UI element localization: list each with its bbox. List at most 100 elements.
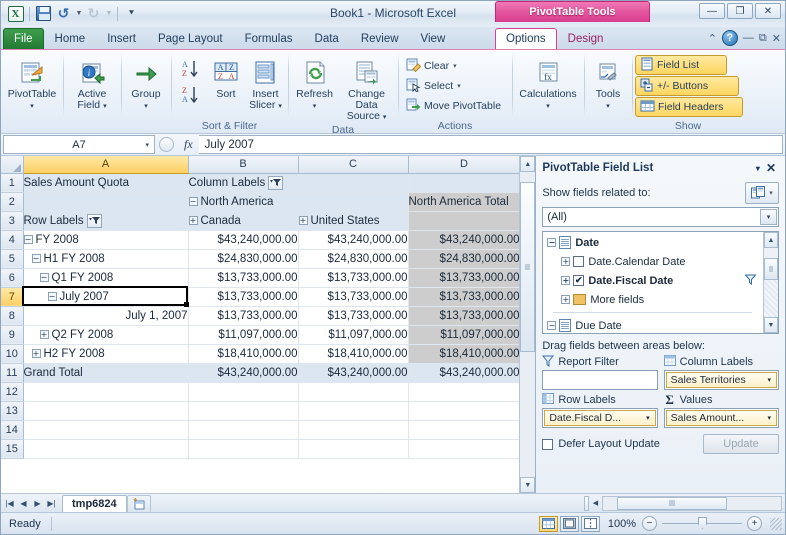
name-box[interactable]: A7 ▾ xyxy=(3,135,155,154)
pivottable-button[interactable]: PivotTable ▾ xyxy=(4,53,60,113)
cell-D7[interactable]: $13,733,000.00 xyxy=(408,287,521,307)
cell-A2[interactable] xyxy=(23,192,189,212)
scroll-down-button[interactable]: ▼ xyxy=(520,477,536,493)
cell-D15[interactable] xyxy=(408,439,521,459)
horizontal-scrollbar[interactable] xyxy=(602,495,782,511)
zoom-thumb[interactable] xyxy=(698,517,707,529)
cell-A6[interactable]: − Q1 FY 2008 xyxy=(23,268,189,288)
field-tree-item[interactable]: + ✔ Date.Fiscal Date xyxy=(543,271,760,290)
group-caret-icon[interactable]: ▾ xyxy=(144,103,148,110)
cell-A5[interactable]: − H1 FY 2008 xyxy=(23,249,189,269)
cell-B12[interactable] xyxy=(188,382,299,402)
field-tree-scroll-thumb[interactable] xyxy=(764,258,778,280)
clear-caret-icon[interactable]: ▾ xyxy=(453,62,457,70)
normal-view-button[interactable] xyxy=(539,515,558,532)
restore-button[interactable]: ❐ xyxy=(727,3,753,19)
collapse-ribbon-icon[interactable]: ⌃ xyxy=(708,32,717,45)
field-checkbox[interactable] xyxy=(573,256,585,267)
sort-descending-button[interactable]: Z A xyxy=(174,82,206,108)
report-filter-dropzone[interactable] xyxy=(542,370,658,390)
sort-button[interactable]: A Z Z A Sort xyxy=(208,53,244,101)
collapse-icon[interactable]: − xyxy=(39,272,49,282)
scope-combo[interactable]: (All) ▾ xyxy=(542,207,779,227)
row-header-5[interactable]: 5 xyxy=(1,249,24,269)
collapse-icon[interactable]: − xyxy=(23,234,33,244)
insert-function-round-icon[interactable] xyxy=(159,137,174,152)
sheet-nav-last[interactable]: ▶| xyxy=(45,499,58,508)
field-tree-scroll-down[interactable]: ▼ xyxy=(764,317,778,333)
cell-B2[interactable]: − North America xyxy=(188,192,299,212)
refresh-caret-icon[interactable]: ▾ xyxy=(313,103,317,110)
field-headers-toggle[interactable]: Field Headers xyxy=(635,97,743,117)
cell-B5[interactable]: $24,830,000.00 xyxy=(188,249,299,269)
zoom-level-label[interactable]: 100% xyxy=(606,518,642,530)
vertical-scrollbar[interactable]: ▲ ▼ xyxy=(519,156,536,493)
zoom-in-button[interactable]: + xyxy=(747,516,762,531)
cell-D14[interactable] xyxy=(408,420,521,440)
cell-C8[interactable]: $13,733,000.00 xyxy=(298,306,409,326)
cell-C7[interactable]: $13,733,000.00 xyxy=(298,287,409,307)
cell-C14[interactable] xyxy=(298,420,409,440)
tab-file[interactable]: File xyxy=(3,28,44,49)
change-data-source-button[interactable]: Change Data Source ▾ xyxy=(338,53,395,124)
page-layout-view-button[interactable] xyxy=(560,515,579,532)
expand-icon[interactable]: + xyxy=(561,257,571,266)
collapse-icon[interactable]: − xyxy=(47,291,57,301)
expand-icon[interactable]: + xyxy=(31,348,41,358)
cell-B3[interactable]: + Canada xyxy=(188,211,299,231)
row-header-9[interactable]: 9 xyxy=(1,325,24,345)
help-icon[interactable]: ? xyxy=(721,30,738,46)
zoom-track[interactable] xyxy=(662,517,742,529)
cell-C10[interactable]: $18,410,000.00 xyxy=(298,344,409,364)
move-pivottable-button[interactable]: Move PivotTable xyxy=(401,96,509,116)
column-labels-field-pill[interactable]: Sales Territories ▾ xyxy=(665,372,777,388)
expand-icon[interactable]: + xyxy=(39,329,49,339)
tab-design[interactable]: Design xyxy=(557,28,615,49)
plus-minus-buttons-toggle[interactable]: +/- Buttons xyxy=(635,76,739,96)
expand-icon[interactable]: + xyxy=(188,215,198,225)
collapse-icon[interactable]: − xyxy=(547,321,557,330)
tools-caret-icon[interactable]: ▾ xyxy=(606,103,610,110)
tab-page-layout[interactable]: Page Layout xyxy=(147,28,234,49)
row-header-7[interactable]: 7 xyxy=(1,287,24,307)
close-button[interactable]: ✕ xyxy=(755,3,781,19)
tab-home[interactable]: Home xyxy=(44,28,97,49)
cell-D13[interactable] xyxy=(408,401,521,421)
cell-B15[interactable] xyxy=(188,439,299,459)
field-tree-item[interactable]: − Date xyxy=(543,233,760,252)
workbook-close-icon[interactable]: ✕ xyxy=(772,32,781,45)
active-field-button[interactable]: i Active Field ▾ xyxy=(66,53,118,113)
cell-B13[interactable] xyxy=(188,401,299,421)
tab-review[interactable]: Review xyxy=(350,28,410,49)
field-tree-item[interactable]: + Date.Calendar Date xyxy=(543,252,760,271)
cell-B9[interactable]: $11,097,000.00 xyxy=(188,325,299,345)
active-field-caret-icon[interactable]: ▾ xyxy=(103,103,107,110)
row-header-4[interactable]: 4 xyxy=(1,230,24,250)
column-header-c[interactable]: C xyxy=(298,156,409,174)
field-tree-box[interactable]: − Date + Date.Calendar Date + ✔ Date.Fiscal Da… xyxy=(542,231,779,334)
workbook-restore-icon[interactable]: ⧉ xyxy=(759,32,767,45)
select-caret-icon[interactable]: ▾ xyxy=(457,82,461,90)
pivottable-caret-icon[interactable]: ▾ xyxy=(30,103,34,110)
cell-A8[interactable]: July 1, 2007 xyxy=(23,306,189,326)
scope-combo-caret-icon[interactable]: ▾ xyxy=(760,209,777,225)
row-labels-dropzone[interactable]: Date.Fiscal D... ▾ xyxy=(542,408,658,428)
column-labels-dropzone[interactable]: Sales Territories ▾ xyxy=(663,370,779,390)
row-header-11[interactable]: 11 xyxy=(1,363,24,383)
cell-A9[interactable]: + Q2 FY 2008 xyxy=(23,325,189,345)
cell-B14[interactable] xyxy=(188,420,299,440)
cell-D5[interactable]: $24,830,000.00 xyxy=(408,249,521,269)
values-dropzone[interactable]: Sales Amount... ▾ xyxy=(663,408,779,428)
row-header-6[interactable]: 6 xyxy=(1,268,24,288)
sheet-nav-next[interactable]: ▶ xyxy=(31,499,44,508)
cell-B6[interactable]: $13,733,000.00 xyxy=(188,268,299,288)
collapse-icon[interactable]: − xyxy=(547,238,557,247)
cell-C11[interactable]: $43,240,000.00 xyxy=(298,363,409,383)
field-tree-scroll-up[interactable]: ▲ xyxy=(764,232,778,248)
tab-insert[interactable]: Insert xyxy=(96,28,147,49)
cell-A11[interactable]: Grand Total xyxy=(23,363,189,383)
name-box-caret-icon[interactable]: ▾ xyxy=(145,141,149,149)
cell-C4[interactable]: $43,240,000.00 xyxy=(298,230,409,250)
select-all-corner[interactable] xyxy=(1,156,24,174)
page-break-preview-button[interactable] xyxy=(581,515,600,532)
